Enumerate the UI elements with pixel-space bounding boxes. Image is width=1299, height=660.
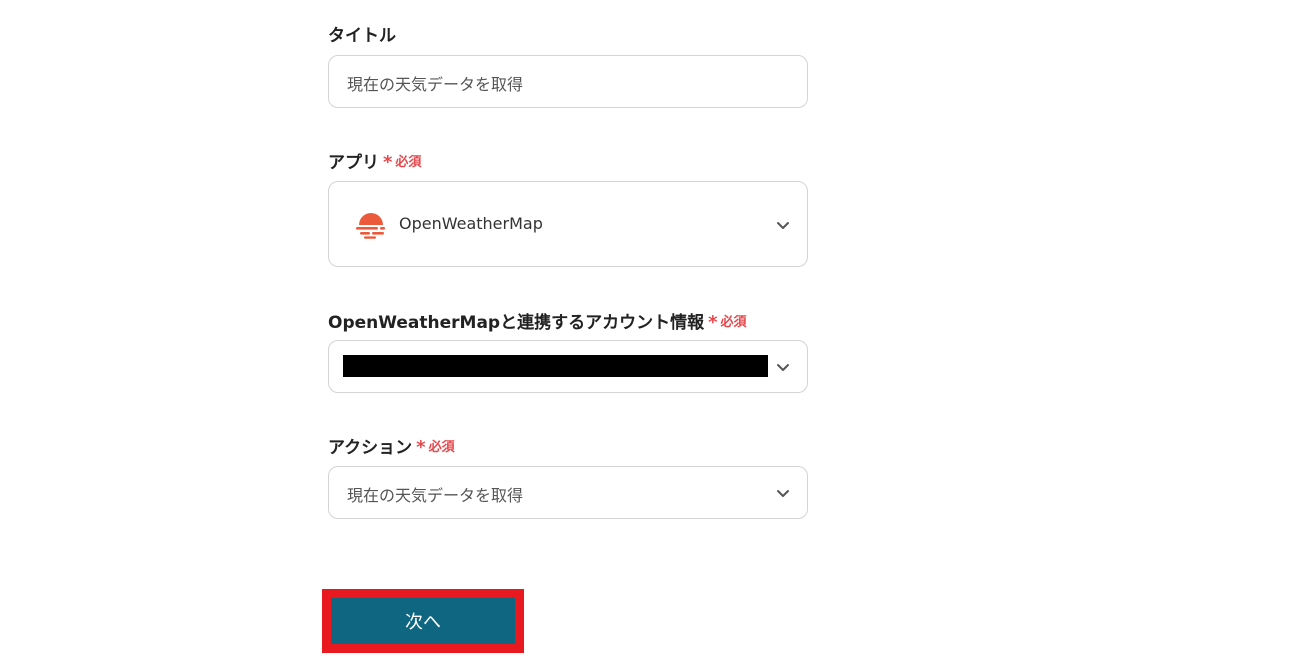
- title-input-value: 現在の天気データを取得: [347, 75, 524, 94]
- next-button[interactable]: 次へ: [331, 598, 515, 644]
- chevron-down-icon: [777, 364, 789, 371]
- action-label: アクション * 必須: [328, 433, 455, 458]
- account-label: OpenWeatherMapと連携するアカウント情報 * 必須: [328, 308, 747, 333]
- app-label-text: アプリ: [328, 153, 379, 173]
- required-asterisk-icon: *: [708, 311, 718, 333]
- action-select-value: 現在の天気データを取得: [347, 486, 524, 505]
- action-label-text: アクション: [328, 438, 413, 458]
- title-label-text: タイトル: [328, 26, 396, 46]
- required-asterisk-icon: *: [416, 436, 426, 458]
- title-input[interactable]: 現在の天気データを取得: [328, 55, 808, 108]
- account-select[interactable]: [328, 340, 808, 393]
- title-label: タイトル: [328, 21, 396, 46]
- redacted-account-value: [343, 355, 768, 377]
- chevron-down-icon: [777, 222, 789, 229]
- openweathermap-logo-icon: [356, 213, 385, 239]
- required-badge: * 必須: [416, 436, 455, 458]
- action-select[interactable]: 現在の天気データを取得: [328, 466, 808, 519]
- app-select[interactable]: OpenWeatherMap: [328, 181, 808, 267]
- app-label: アプリ * 必須: [328, 148, 421, 173]
- account-label-text: OpenWeatherMapと連携するアカウント情報: [328, 313, 705, 333]
- chevron-down-icon: [777, 490, 789, 497]
- required-badge: * 必須: [383, 151, 422, 173]
- required-asterisk-icon: *: [383, 151, 393, 173]
- app-select-value: OpenWeatherMap: [399, 214, 543, 233]
- required-badge: * 必須: [708, 311, 747, 333]
